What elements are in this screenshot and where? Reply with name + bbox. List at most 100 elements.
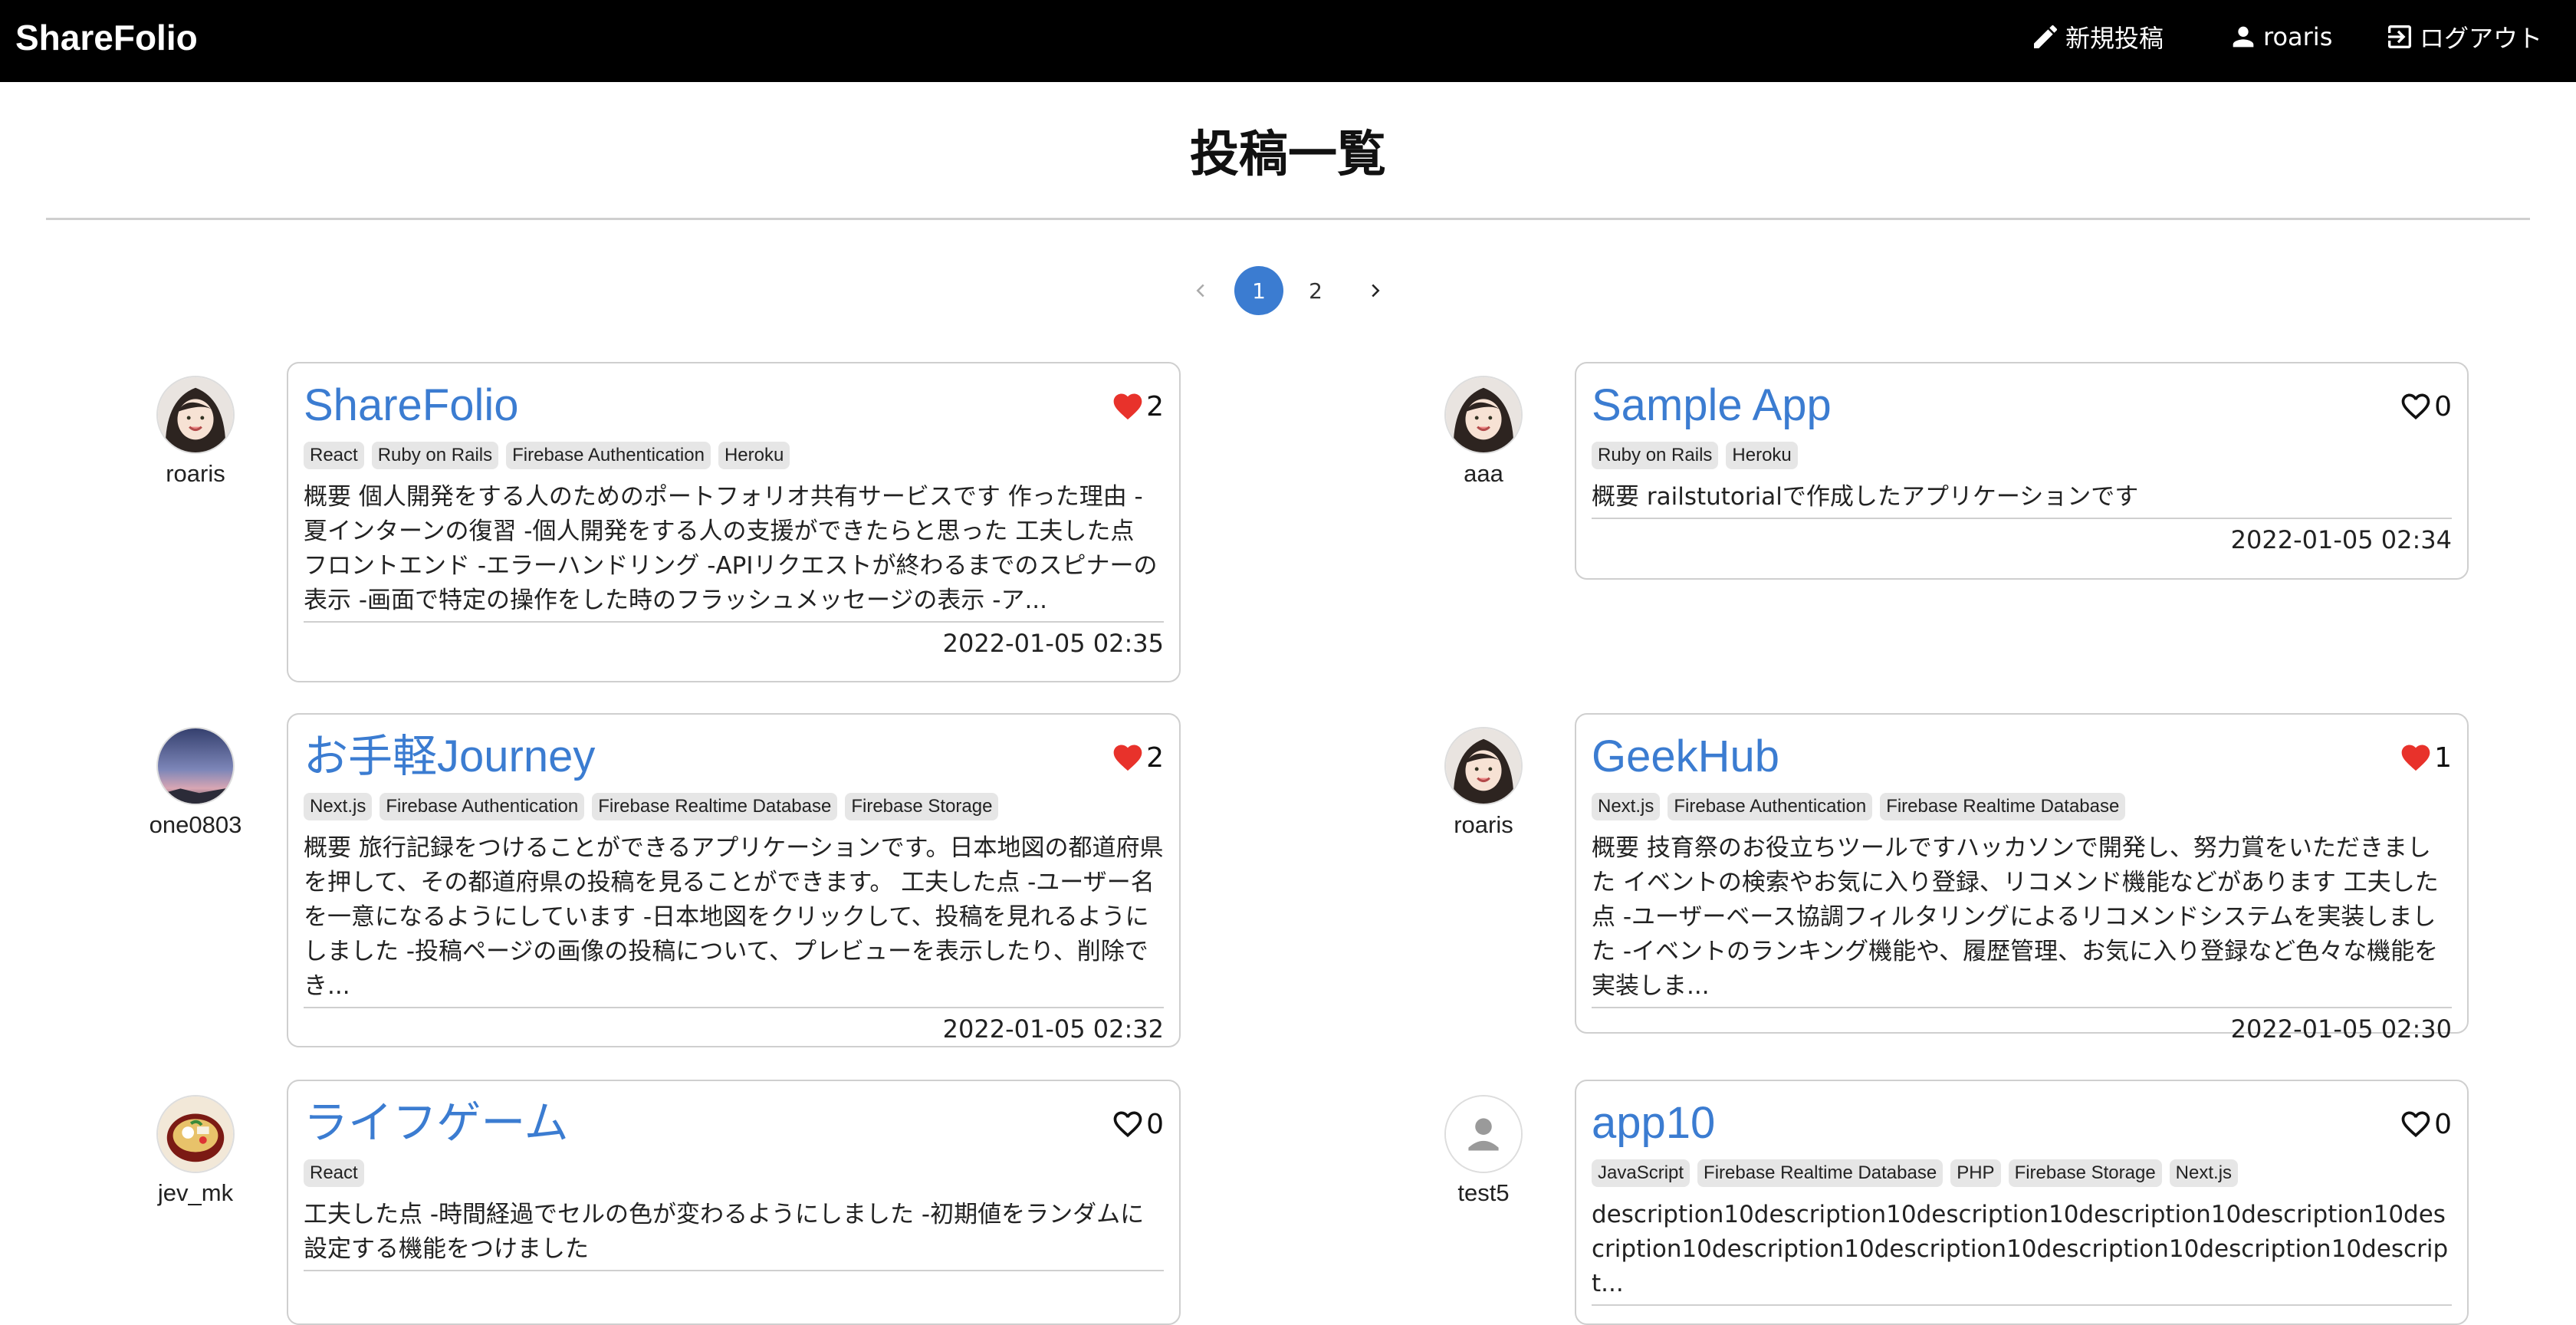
author-name: aaa xyxy=(1464,460,1503,487)
like-button[interactable]: 0 xyxy=(1111,1107,1164,1141)
tag: Firebase Realtime Database xyxy=(1697,1159,1944,1187)
author-name: roaris xyxy=(1454,811,1513,838)
tag-list: Ruby on Rails Heroku xyxy=(1592,442,2452,469)
post-author[interactable]: roaris xyxy=(1422,727,1545,839)
tag: JavaScript xyxy=(1592,1159,1691,1187)
pencil-icon xyxy=(2034,25,2058,48)
heart-filled-icon xyxy=(1111,741,1145,774)
tag: PHP xyxy=(1950,1159,2001,1187)
like-count: 1 xyxy=(2434,741,2452,774)
post-title-link[interactable]: GeekHub xyxy=(1592,732,2343,782)
tag-list: JavaScript Firebase Realtime Database PH… xyxy=(1592,1159,2452,1187)
new-post-link[interactable]: 新規投稿 xyxy=(2030,20,2164,54)
post-title-link[interactable]: お手軽Journey xyxy=(304,732,1055,782)
tag-list: Next.js Firebase Authentication Firebase… xyxy=(1592,793,2452,820)
tag-list: Next.js Firebase Authentication Firebase… xyxy=(304,793,1164,820)
tag: React xyxy=(304,1159,364,1187)
tag: Firebase Storage xyxy=(845,793,999,820)
tag-list: React Ruby on Rails Firebase Authenticat… xyxy=(304,442,1164,469)
tag: Next.js xyxy=(2169,1159,2239,1187)
post-title-link[interactable]: Sample App xyxy=(1592,380,2343,431)
heart-outline-icon xyxy=(2399,390,2433,423)
tag: Next.js xyxy=(1592,793,1661,820)
post-date: 2022-01-05 02:32 xyxy=(942,1014,1164,1044)
pagination-prev-button[interactable] xyxy=(1176,266,1225,315)
chevron-left-icon xyxy=(1196,284,1204,298)
logout-label: ログアウト xyxy=(2420,24,2543,53)
like-count: 0 xyxy=(2434,390,2452,422)
post-card[interactable]: app10 0 JavaScript Firebase Realtime Dat… xyxy=(1575,1080,2469,1325)
post-date: 2022-01-05 02:30 xyxy=(2230,1014,2452,1044)
author-name: one0803 xyxy=(149,811,242,838)
tag: Ruby on Rails xyxy=(371,442,499,469)
post-author[interactable]: aaa xyxy=(1422,376,1545,488)
post-description: 概要 技育祭のお役立ちツールですハッカソンで開発し、努力賞をいただきました イベ… xyxy=(1592,831,2452,1008)
like-count: 0 xyxy=(1146,1108,1164,1140)
tag: Ruby on Rails xyxy=(1592,442,1719,469)
post-card[interactable]: Sample App 0 Ruby on Rails Heroku 概要 rai… xyxy=(1575,362,2469,580)
logout-link[interactable]: ログアウト xyxy=(2384,20,2542,54)
tag: Firebase Authentication xyxy=(380,793,585,820)
post-author[interactable]: roaris xyxy=(134,376,257,488)
like-button[interactable]: 2 xyxy=(1111,390,1164,423)
user-name-label: roaris xyxy=(2263,22,2333,51)
post-description: 概要 旅行記録をつけることができるアプリケーションです。日本地図の都道府県を押し… xyxy=(304,831,1164,1008)
pagination: 1 2 xyxy=(0,266,2576,315)
post-title-link[interactable]: ShareFolio xyxy=(304,380,1055,431)
avatar xyxy=(1444,376,1523,454)
author-name: roaris xyxy=(166,460,225,487)
post-card[interactable]: ライフゲーム 0 React 工夫した点 -時間経過でセルの色が変わるようにしま… xyxy=(287,1080,1181,1325)
tag: Firebase Authentication xyxy=(506,442,711,469)
post-author[interactable]: test5 xyxy=(1422,1095,1545,1207)
user-profile-link[interactable]: roaris xyxy=(2228,20,2332,54)
like-count: 2 xyxy=(1146,741,1164,774)
page-title: 投稿一覧 xyxy=(1190,127,1386,183)
post-author[interactable]: one0803 xyxy=(134,727,257,839)
post-card[interactable]: お手軽Journey 2 Next.js Firebase Authentica… xyxy=(287,713,1181,1047)
tag: Firebase Realtime Database xyxy=(1880,793,2126,820)
tag: Firebase Authentication xyxy=(1668,793,1873,820)
post-description: 工夫した点 -時間経過でセルの色が変わるようにしました -初期値をランダムに設定… xyxy=(304,1198,1164,1271)
heart-outline-icon xyxy=(2399,1107,2433,1141)
new-post-label: 新規投稿 xyxy=(2065,24,2164,53)
like-count: 0 xyxy=(2434,1108,2452,1140)
tag-list: React xyxy=(304,1159,1164,1187)
tag: Heroku xyxy=(1726,442,1798,469)
post-description: 概要 個人開発をする人のためのポートフォリオ共有サービスです 作った理由 -夏イ… xyxy=(304,480,1164,623)
pagination-page-2[interactable]: 2 xyxy=(1291,266,1340,315)
post-title-link[interactable]: app10 xyxy=(1592,1098,2343,1149)
post-date: 2022-01-05 02:34 xyxy=(2230,525,2452,554)
author-name: jev_mk xyxy=(157,1179,234,1206)
avatar xyxy=(156,1095,235,1173)
tag: Heroku xyxy=(718,442,790,469)
logout-icon xyxy=(2388,25,2411,48)
avatar xyxy=(1444,1095,1523,1173)
like-button[interactable]: 0 xyxy=(2399,1107,2452,1141)
like-count: 2 xyxy=(1146,390,1164,422)
like-button[interactable]: 0 xyxy=(2399,390,2452,423)
author-name: test5 xyxy=(1457,1179,1510,1206)
tag: React xyxy=(304,442,364,469)
post-date: 2022-01-05 02:35 xyxy=(942,629,1164,658)
post-title-link[interactable]: ライフゲーム xyxy=(304,1098,1055,1149)
post-card[interactable]: ShareFolio 2 React Ruby on Rails Firebas… xyxy=(287,362,1181,682)
like-button[interactable]: 2 xyxy=(1111,741,1164,774)
post-description: description10description10description10d… xyxy=(1592,1198,2452,1306)
title-divider xyxy=(46,218,2530,220)
chevron-right-icon xyxy=(1372,284,1380,298)
top-navbar: ShareFolio 新規投稿 roaris ログアウト xyxy=(0,0,2576,82)
tag: Firebase Storage xyxy=(2008,1159,2162,1187)
heart-filled-icon xyxy=(1111,390,1145,423)
post-author[interactable]: jev_mk xyxy=(134,1095,257,1207)
user-icon xyxy=(2233,26,2254,48)
pagination-page-1[interactable]: 1 xyxy=(1234,266,1283,315)
heart-outline-icon xyxy=(1111,1107,1145,1141)
tag: Firebase Realtime Database xyxy=(592,793,838,820)
avatar xyxy=(156,727,235,805)
brand-logo[interactable]: ShareFolio xyxy=(15,17,198,58)
post-card[interactable]: GeekHub 1 Next.js Firebase Authenticatio… xyxy=(1575,713,2469,1044)
pagination-next-button[interactable] xyxy=(1351,266,1400,315)
avatar xyxy=(156,376,235,454)
heart-filled-icon xyxy=(2399,741,2433,774)
like-button[interactable]: 1 xyxy=(2399,741,2452,774)
